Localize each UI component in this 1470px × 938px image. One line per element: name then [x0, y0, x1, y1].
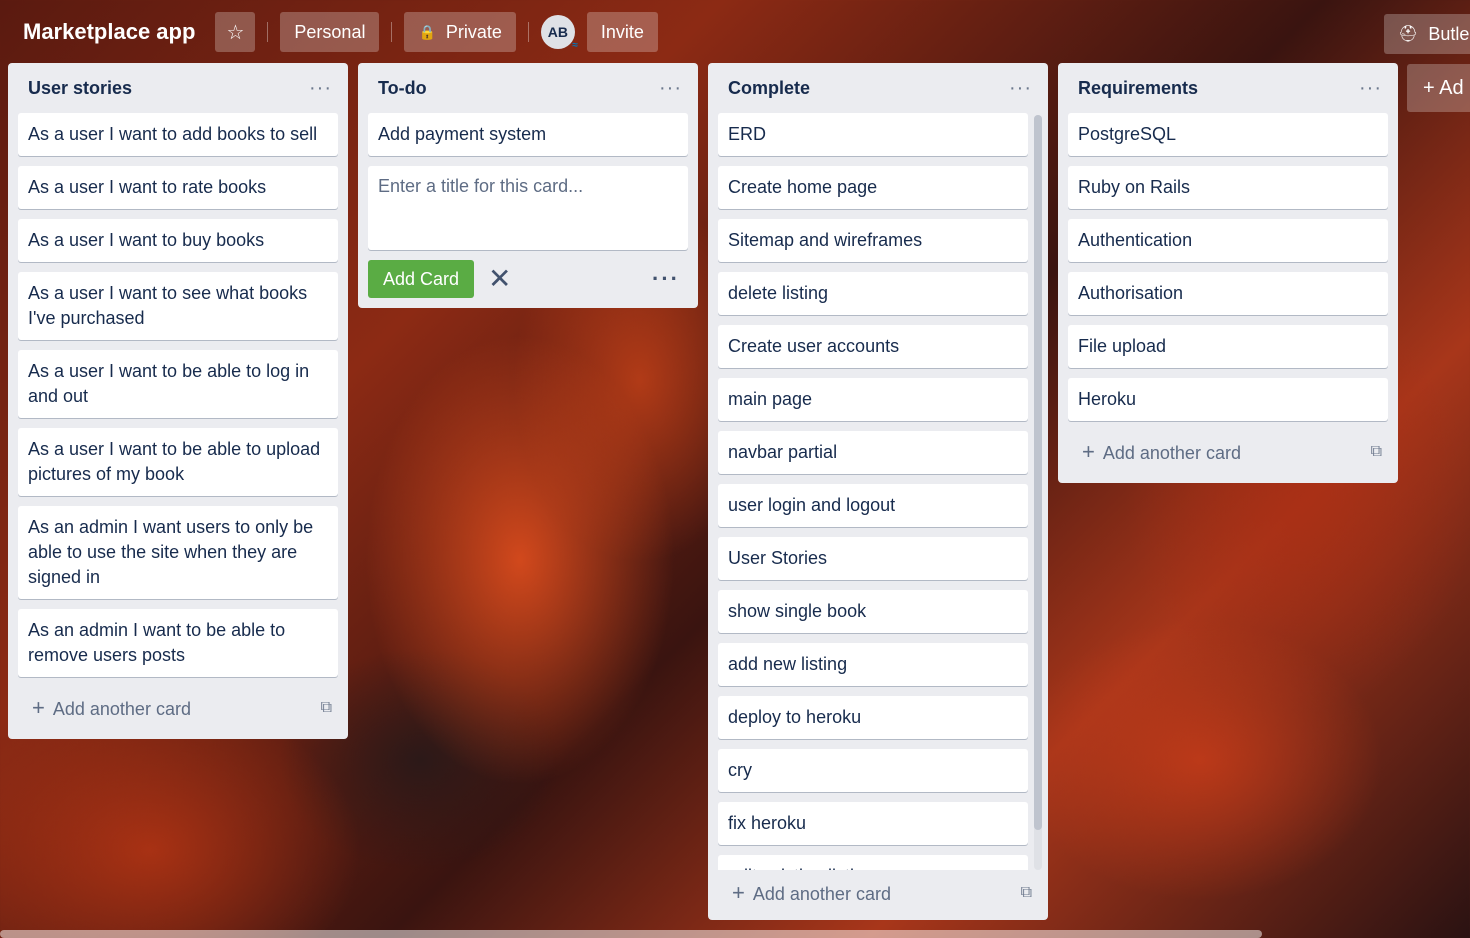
plus-icon: + [32, 695, 45, 720]
card[interactable]: As a user I want to see what books I've … [18, 272, 338, 340]
scrollbar-thumb[interactable] [1034, 115, 1042, 830]
card[interactable]: As an admin I want users to only be able… [18, 506, 338, 599]
list-menu-icon[interactable]: ··· [1359, 77, 1382, 100]
add-card-label: Add another card [1102, 443, 1241, 463]
invite-button[interactable]: Invite [586, 12, 658, 52]
lock-icon: 🔒 [418, 23, 436, 40]
admin-badge-icon: ≈ [572, 40, 578, 51]
add-card-button[interactable]: + Add another card ⧉ [1068, 431, 1388, 473]
card[interactable]: Authentication [1068, 219, 1388, 262]
card[interactable]: Add payment system [368, 113, 688, 156]
card[interactable]: As a user I want to be able to upload pi… [18, 428, 338, 496]
card[interactable]: Sitemap and wireframes [718, 219, 1028, 262]
list-header: User stories ··· [18, 63, 338, 113]
card[interactable]: Create home page [718, 166, 1028, 209]
butler-button[interactable]: ⛑ Butler [1384, 14, 1470, 54]
visibility-label: Private [445, 21, 502, 42]
list-cards-scroll: ERD Create home page Sitemap and wirefra… [718, 113, 1028, 870]
list-title[interactable]: Requirements [1078, 78, 1198, 99]
butler-label: Butler [1428, 23, 1470, 44]
card[interactable]: File upload [1068, 325, 1388, 368]
add-card-button[interactable]: + Add another card ⧉ [18, 687, 338, 729]
list-header: Complete ··· [718, 63, 1038, 113]
card[interactable]: Authorisation [1068, 272, 1388, 315]
card[interactable]: show single book [718, 590, 1028, 633]
card[interactable]: As a user I want to be able to log in an… [18, 350, 338, 418]
list-to-do: To-do ··· Add payment system Enter a tit… [358, 63, 698, 308]
list-header: Requirements ··· [1068, 63, 1388, 113]
card[interactable]: deploy to heroku [718, 696, 1028, 739]
add-list-button[interactable]: + Ad [1407, 64, 1470, 112]
plus-icon: + [1082, 439, 1095, 464]
avatar-initials: AB [547, 24, 569, 40]
card[interactable]: As an admin I want to be able to remove … [18, 609, 338, 677]
star-button[interactable]: ☆ [215, 12, 256, 52]
card[interactable]: edit existing listing [718, 855, 1028, 870]
card-template-icon[interactable]: ⧉ [1021, 884, 1032, 902]
add-card-button[interactable]: + Add another card ⧉ [718, 872, 1038, 914]
board-header: Marketplace app ☆ Personal 🔒 Private AB … [0, 0, 1470, 64]
card[interactable]: Create user accounts [718, 325, 1028, 368]
card-template-icon[interactable]: ⧉ [321, 699, 332, 717]
card[interactable]: user login and logout [718, 484, 1028, 527]
list-requirements: Requirements ··· PostgreSQL Ruby on Rail… [1058, 63, 1398, 483]
star-icon: ☆ [226, 21, 245, 44]
list-title[interactable]: To-do [378, 78, 427, 99]
visibility-button[interactable]: 🔒 Private [404, 12, 516, 52]
card-title-input[interactable]: Enter a title for this card... [368, 166, 688, 250]
header-divider [527, 22, 529, 42]
card[interactable]: ERD [718, 113, 1028, 156]
add-card-label: Add another card [752, 884, 891, 904]
avatar[interactable]: AB ≈ [540, 15, 578, 51]
list-menu-icon[interactable]: ··· [309, 77, 332, 100]
card[interactable]: delete listing [718, 272, 1028, 315]
list-menu-icon[interactable]: ··· [659, 77, 682, 100]
list-menu-icon[interactable]: ··· [1009, 77, 1032, 100]
add-card-submit-button[interactable]: Add Card [368, 260, 475, 298]
close-icon[interactable]: ✕ [488, 265, 511, 293]
card[interactable]: User Stories [718, 537, 1028, 580]
more-options-icon[interactable]: ··· [652, 266, 688, 292]
card[interactable]: Ruby on Rails [1068, 166, 1388, 209]
plus-icon: + [732, 880, 745, 905]
board-title[interactable]: Marketplace app [23, 19, 195, 45]
header-divider [391, 22, 393, 42]
card[interactable]: Heroku [1068, 378, 1388, 421]
list-scrollbar[interactable] [1034, 115, 1042, 870]
card-composer-controls: Add Card ✕ ··· [368, 260, 688, 298]
card[interactable]: main page [718, 378, 1028, 421]
list-header: To-do ··· [368, 63, 688, 113]
card[interactable]: add new listing [718, 643, 1028, 686]
list-complete: Complete ··· ERD Create home page Sitema… [708, 63, 1048, 920]
card[interactable]: As a user I want to buy books [18, 219, 338, 262]
card[interactable]: PostgreSQL [1068, 113, 1388, 156]
butler-icon: ⛑ [1398, 26, 1419, 43]
card[interactable]: As a user I want to rate books [18, 166, 338, 209]
list-user-stories: User stories ··· As a user I want to add… [8, 63, 348, 739]
add-card-label: Add another card [52, 699, 191, 719]
list-title[interactable]: Complete [728, 78, 810, 99]
card[interactable]: fix heroku [718, 802, 1028, 845]
list-title[interactable]: User stories [28, 78, 132, 99]
header-divider [267, 22, 269, 42]
card[interactable]: cry [718, 749, 1028, 792]
card[interactable]: As a user I want to add books to sell [18, 113, 338, 156]
board-horizontal-scrollbar[interactable] [0, 930, 1262, 938]
card-template-icon[interactable]: ⧉ [1371, 443, 1382, 461]
workspace-button[interactable]: Personal [280, 12, 380, 52]
card[interactable]: navbar partial [718, 431, 1028, 474]
